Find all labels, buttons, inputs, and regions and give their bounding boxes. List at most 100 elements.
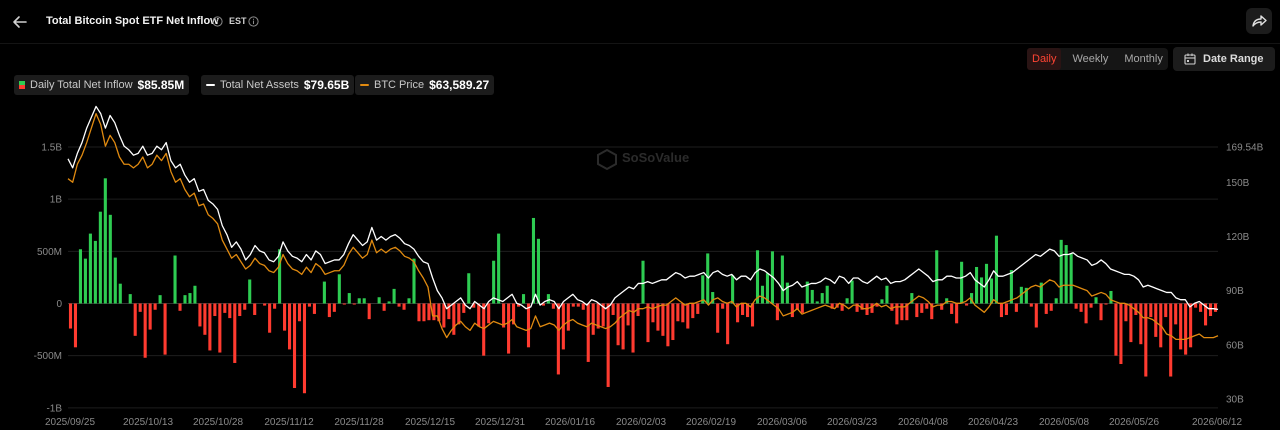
inflow-bar (78, 249, 82, 304)
x-tick-label: 2026/05/08 (1039, 417, 1089, 428)
inflow-bar (1014, 303, 1018, 312)
inflow-bar (1049, 303, 1053, 311)
inflow-bar (810, 289, 814, 304)
x-tick-label: 2025/11/28 (334, 417, 384, 428)
inflow-bar (1154, 303, 1158, 337)
inflow-bar (760, 285, 765, 304)
inflow-bar (138, 303, 142, 312)
inflow-bar (158, 295, 162, 304)
inflow-bar (357, 298, 361, 304)
inflow-bar (626, 303, 630, 326)
left-tick-label: 1.5B (41, 143, 62, 154)
inflow-bar (113, 257, 117, 304)
inflow-bar (1174, 303, 1178, 325)
x-tick-label: 2025/09/25 (45, 417, 95, 428)
inflow-bar (332, 303, 336, 312)
right-tick-label: 30B (1226, 395, 1244, 406)
inflow-bar (676, 303, 680, 322)
inflow-bar (1074, 303, 1078, 309)
inflow-bar (671, 303, 675, 341)
inflow-bar (815, 301, 819, 304)
left-tick-label: 0 (56, 299, 62, 310)
inflow-bar (755, 250, 760, 304)
inflow-bar (292, 303, 297, 389)
inflow-bar (661, 303, 665, 336)
inflow-bar (193, 285, 197, 304)
inflow-bar (223, 303, 227, 313)
inflow-bar (302, 303, 307, 394)
inflow-bar (994, 235, 999, 304)
inflow-bar (566, 303, 570, 331)
x-tick-label: 2026/01/16 (545, 417, 595, 428)
x-tick-label: 2026/06/12 (1192, 417, 1242, 428)
inflow-bar (731, 275, 735, 304)
inflow-bar (73, 303, 78, 348)
right-tick-label: 90B (1226, 286, 1244, 297)
inflow-bar (367, 303, 371, 320)
inflow-bar (691, 303, 695, 319)
inflow-bar (477, 303, 481, 327)
inflow-bar (975, 266, 979, 304)
inflow-bar (785, 282, 789, 304)
x-tick-label: 2026/03/23 (827, 417, 877, 428)
inflow-bar (1119, 303, 1123, 365)
x-tick-label: 2026/05/26 (1109, 417, 1159, 428)
inflow-bar (666, 303, 670, 347)
inflow-bar (228, 303, 232, 319)
right-tick-label: 169.54B (1226, 143, 1264, 154)
inflow-bar (1129, 303, 1133, 343)
x-axis-ticks: 2025/09/25 2025/10/13 2025/10/28 2025/11/12… (45, 417, 1242, 428)
inflow-bar (492, 260, 496, 304)
inflow-bar (1084, 303, 1088, 324)
inflow-bar (173, 255, 177, 304)
inflow-bar (1034, 303, 1038, 328)
inflow-bar (551, 303, 555, 309)
inflow-bar (487, 303, 491, 324)
inflow-bar (820, 293, 824, 304)
inflow-bar (103, 178, 107, 304)
x-tick-label: 2025/12/31 (475, 417, 525, 428)
inflow-bar (611, 303, 615, 315)
inflow-bar (128, 294, 132, 304)
inflow-bar (571, 303, 575, 307)
inflow-bar (1064, 245, 1068, 304)
inflow-bar (1169, 303, 1173, 377)
left-axis-ticks: 1.5B 1B 500M 0 -500M -1B (34, 143, 63, 415)
inflow-bar (965, 303, 969, 306)
inflow-bar (118, 283, 122, 304)
inflow-bar (641, 260, 645, 304)
inflow-bar (1213, 303, 1218, 312)
inflow-bar (1149, 303, 1153, 318)
inflow-bar (273, 303, 277, 309)
inflow-bar (1059, 239, 1063, 304)
inflow-bar (915, 303, 919, 318)
inflow-bar (1139, 303, 1143, 345)
inflow-bar (521, 294, 526, 304)
inflow-bar (775, 303, 779, 321)
inflow-bar (327, 303, 331, 318)
inflow-bar (397, 303, 401, 307)
right-tick-label: 60B (1226, 340, 1244, 351)
inflow-bar (233, 303, 237, 363)
inflow-bar (507, 303, 511, 354)
inflow-bar (203, 303, 207, 335)
left-tick-label: -1B (46, 403, 62, 414)
inflow-bar (681, 303, 685, 323)
inflow-bar (800, 303, 804, 313)
inflow-bar (1079, 303, 1083, 312)
inflow-bar (337, 274, 341, 304)
inflow-bar (243, 303, 247, 310)
inflow-bar (721, 303, 725, 309)
inflow-bar (1099, 303, 1103, 321)
inflow-bar (591, 303, 595, 335)
x-tick-label: 2026/02/19 (686, 417, 736, 428)
inflow-bar (621, 303, 625, 350)
inflow-bar (870, 303, 874, 313)
inflow-bar (616, 303, 620, 346)
inflow-bar (536, 238, 540, 304)
inflow-bar (83, 258, 87, 304)
inflow-chart[interactable]: SoSoValue 1.5B 1B 500M 0 -500M -1B 169.54B 150… (0, 0, 1280, 430)
inflow-bar (1009, 270, 1013, 304)
x-tick-label: 2026/03/06 (757, 417, 807, 428)
inflow-bar (287, 303, 292, 350)
